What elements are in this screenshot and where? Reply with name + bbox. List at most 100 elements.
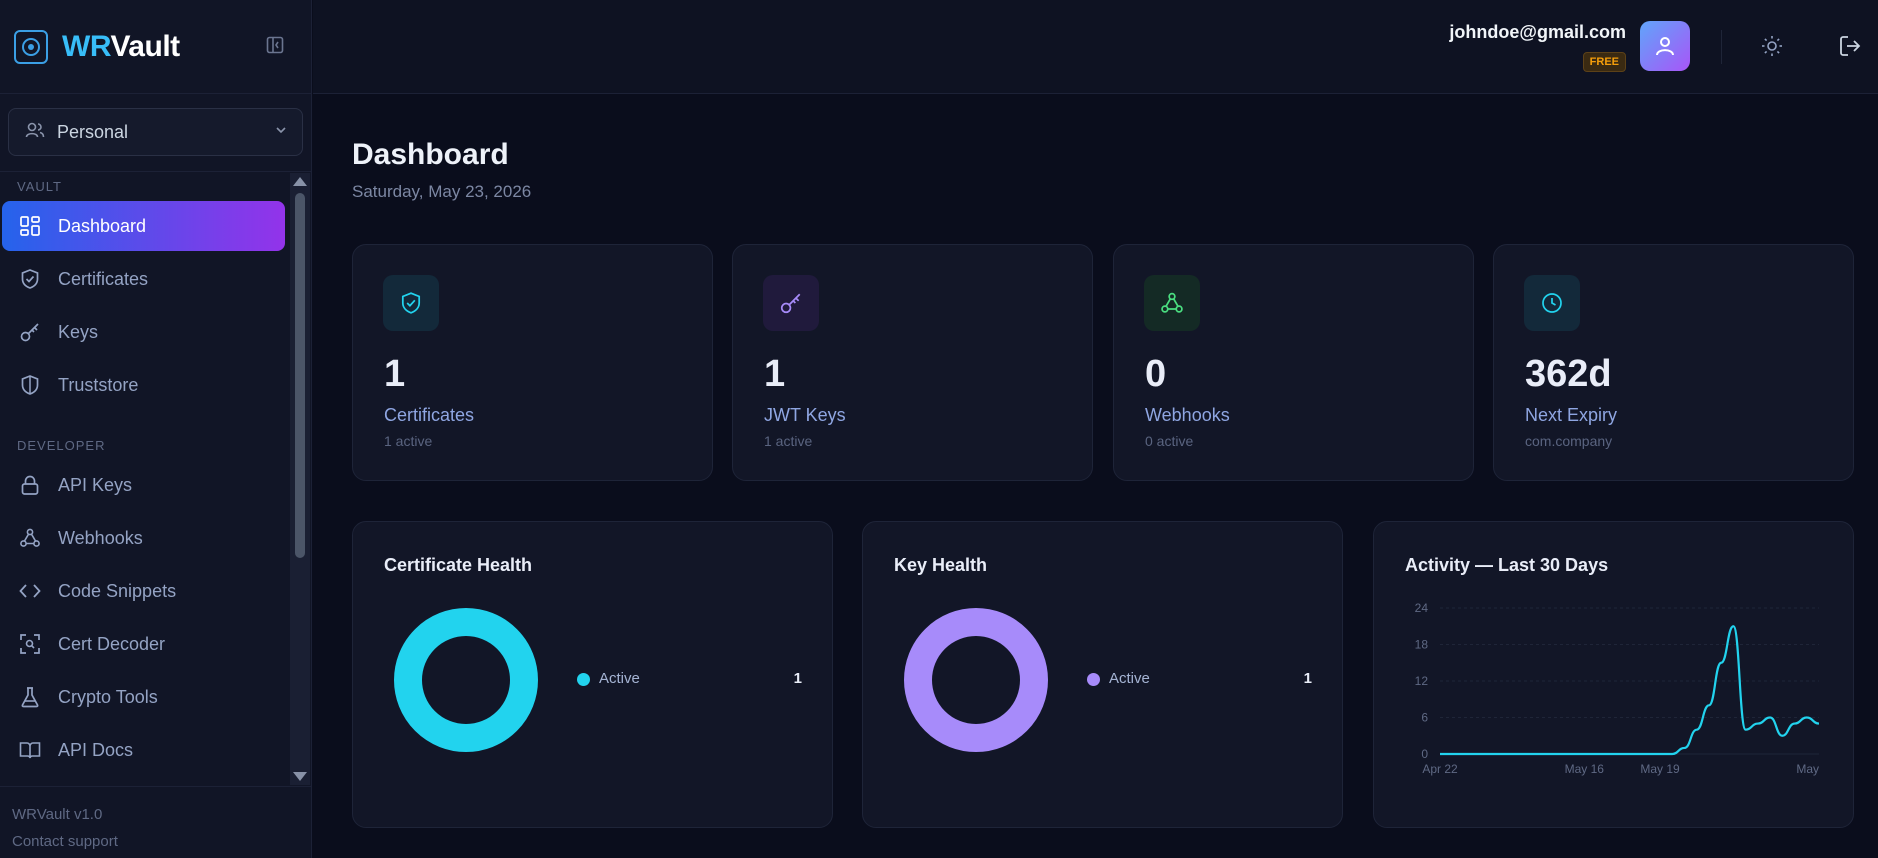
stat-value: 1: [384, 353, 406, 395]
shield-check-icon: [383, 275, 439, 331]
sidebar-item-label: API Keys: [58, 474, 133, 495]
clock-icon: [1524, 275, 1580, 331]
workspace-select[interactable]: Personal: [8, 108, 303, 156]
webhook-icon: [1144, 275, 1200, 331]
activity-series-line: [1439, 625, 1820, 756]
workspace-label: Personal: [57, 121, 129, 142]
section-label-vault: VAULT: [17, 179, 62, 194]
certificate-donut-chart: [394, 608, 538, 752]
sidebar-item-truststore[interactable]: Truststore: [2, 360, 285, 410]
donut-slice-active: [904, 608, 1048, 752]
scroll-down-arrow-icon[interactable]: [293, 772, 307, 781]
logout-icon[interactable]: [1836, 32, 1864, 60]
contact-support-link[interactable]: Contact support: [12, 828, 300, 855]
key-donut-chart: [904, 608, 1048, 752]
sidebar-item-label: Cert Decoder: [58, 633, 166, 654]
sidebar-item-label: Truststore: [58, 374, 139, 395]
brand-name: WRVault: [62, 30, 180, 64]
stat-label: Webhooks: [1145, 405, 1230, 425]
workspace-area: Personal: [0, 94, 311, 172]
sidebar-item-certificates[interactable]: Certificates: [2, 254, 285, 304]
sidebar-item-code-snippets[interactable]: Code Snippets: [2, 566, 285, 616]
sidebar-item-label: Webhooks: [58, 527, 143, 548]
flask-icon: [18, 685, 42, 709]
section-label-developer: DEVELOPER: [17, 438, 106, 453]
y-tick-label: 12: [1415, 674, 1429, 688]
page-date: Saturday, May 23, 2026: [352, 182, 532, 201]
sidebar-item-api-docs[interactable]: API Docs: [2, 725, 285, 775]
topbar: johndoe@gmail.com FREE: [313, 0, 1878, 94]
dashboard-icon: [18, 214, 42, 238]
legend-label: Active: [599, 670, 640, 687]
stat-value: 362d: [1525, 353, 1612, 395]
version-label: WRVault v1.0: [12, 806, 103, 823]
scan-icon: [18, 632, 42, 656]
brand: WRVault: [0, 0, 311, 94]
stat-value: 0: [1145, 353, 1167, 395]
sidebar-item-keys[interactable]: Keys: [2, 307, 285, 357]
sidebar-item-webhooks[interactable]: Webhooks: [2, 513, 285, 563]
stat-card-jwt-keys[interactable]: 1 JWT Keys 1 active: [732, 244, 1093, 481]
user-icon: [1656, 37, 1674, 56]
stat-sub: 1 active: [764, 433, 813, 449]
code-icon: [18, 579, 42, 603]
user-email: johndoe@gmail.com: [1449, 22, 1626, 42]
panel-certificate-health: Certificate Health Active 1: [352, 521, 833, 828]
webhook-icon: [18, 526, 42, 550]
stat-card-webhooks[interactable]: 0 Webhooks 0 active: [1113, 244, 1474, 481]
sidebar-item-label: Keys: [58, 321, 99, 342]
sidebar-footer: WRVault v1.0 Contact support: [0, 786, 312, 858]
activity-line-chart: 0 6 12 18 24 Apr 22 May 16 May 19 May: [1415, 601, 1820, 776]
legend-dot: [577, 673, 590, 686]
panel-activity: Activity — Last 30 Days 0 6 12 18 24 Apr 22 Ma…: [1373, 521, 1854, 828]
y-tick-label: 0: [1421, 747, 1428, 761]
x-tick-label: May 19: [1640, 762, 1680, 776]
sidebar-item-api-keys[interactable]: API Keys: [2, 460, 285, 510]
stat-value: 1: [764, 353, 786, 395]
scroll-up-arrow-icon[interactable]: [293, 177, 307, 186]
stat-label: Certificates: [384, 405, 475, 425]
x-tick-label: May: [1796, 762, 1819, 776]
legend-value: 1: [1303, 670, 1312, 687]
sidebar-item-cert-decoder[interactable]: Cert Decoder: [2, 619, 285, 669]
book-icon: [18, 738, 42, 762]
stat-label: JWT Keys: [764, 405, 846, 425]
plan-badge: FREE: [1582, 52, 1626, 72]
panel-title: Certificate Health: [384, 555, 533, 575]
legend-label: Active: [1109, 670, 1150, 687]
sun-icon[interactable]: [1758, 32, 1786, 60]
stat-card-certificates[interactable]: 1 Certificates 1 active: [352, 244, 713, 481]
legend-value: 1: [793, 670, 802, 687]
vault-logo-icon: [14, 29, 48, 64]
scroll-thumb[interactable]: [295, 193, 305, 558]
stat-sub: 0 active: [1145, 433, 1194, 449]
stat-sub: 1 active: [384, 433, 433, 449]
stat-label: Next Expiry: [1525, 405, 1618, 425]
sidebar-item-label: Code Snippets: [58, 580, 177, 601]
panel-title: Key Health: [894, 555, 988, 575]
sidebar-scrollbar[interactable]: [290, 173, 310, 785]
x-tick-label: Apr 22: [1422, 762, 1458, 776]
chevron-down-icon: [274, 123, 288, 142]
brand-suffix: Vault: [110, 29, 180, 63]
sidebar-item-dashboard[interactable]: Dashboard: [2, 201, 285, 251]
avatar[interactable]: [1640, 21, 1690, 71]
lock-icon: [18, 473, 42, 497]
header-divider: [1721, 30, 1722, 64]
collapse-sidebar-icon[interactable]: [265, 35, 285, 55]
sidebar-item-crypto-tools[interactable]: Crypto Tools: [2, 672, 285, 722]
y-tick-label: 6: [1421, 711, 1428, 725]
stat-sub: com.company: [1525, 433, 1613, 449]
key-icon: [18, 320, 42, 344]
sidebar-item-label: Crypto Tools: [58, 686, 158, 707]
y-tick-label: 24: [1415, 601, 1429, 615]
shield-icon: [18, 373, 42, 397]
sidebar-item-label: Dashboard: [58, 215, 147, 236]
page-title: Dashboard: [352, 138, 509, 171]
legend-dot: [1087, 673, 1100, 686]
sidebar-item-label: Certificates: [58, 268, 149, 289]
stat-card-next-expiry[interactable]: 362d Next Expiry com.company: [1493, 244, 1854, 481]
panel-key-health: Key Health Active 1: [862, 521, 1343, 828]
y-tick-label: 18: [1415, 638, 1429, 652]
brand-prefix: WR: [62, 29, 111, 63]
